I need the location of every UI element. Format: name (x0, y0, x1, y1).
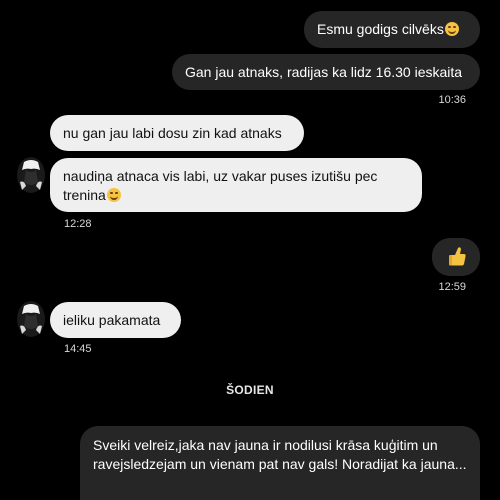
outgoing-message[interactable]: Gan jau atnaks, radijas ka lidz 16.30 ie… (172, 54, 480, 90)
message-timestamp: 12:59 (438, 281, 466, 293)
avatar[interactable] (16, 156, 46, 194)
chat-thread[interactable]: Esmu godigs cilvēks Gan jau atnaks, radi… (0, 0, 500, 500)
incoming-message[interactable]: naudiņa atnaca vis labi, uz vakar puses … (50, 158, 422, 212)
incoming-message[interactable]: ieliku pakamata (50, 302, 181, 338)
thumbs-up-icon (449, 247, 466, 266)
message-text: Esmu godigs cilvēks (317, 21, 444, 37)
date-divider: ŠODIEN (226, 383, 274, 397)
message-timestamp: 12:28 (64, 218, 92, 230)
outgoing-message[interactable]: Sveiki velreiz,jaka nav jauna ir nodilus… (80, 426, 480, 500)
outgoing-message[interactable]: Esmu godigs cilvēks (304, 11, 480, 48)
message-timestamp: 10:36 (438, 94, 466, 106)
avatar[interactable] (16, 300, 46, 338)
message-text: nu gan jau labi dosu zin kad atnaks (63, 125, 282, 141)
incoming-message[interactable]: nu gan jau labi dosu zin kad atnaks (50, 115, 304, 151)
avatar-image (17, 157, 45, 193)
message-text: ieliku pakamata (63, 312, 161, 328)
message-text: Gan jau atnaks, radijas ka lidz 16.30 ie… (185, 64, 463, 80)
relieved-face-icon (106, 188, 121, 202)
avatar-image (17, 301, 45, 337)
message-timestamp: 14:45 (64, 343, 92, 355)
message-text: Sveiki velreiz,jaka nav jauna ir nodilus… (93, 437, 467, 472)
outgoing-message[interactable] (432, 238, 480, 276)
grinning-face-icon (444, 22, 459, 36)
